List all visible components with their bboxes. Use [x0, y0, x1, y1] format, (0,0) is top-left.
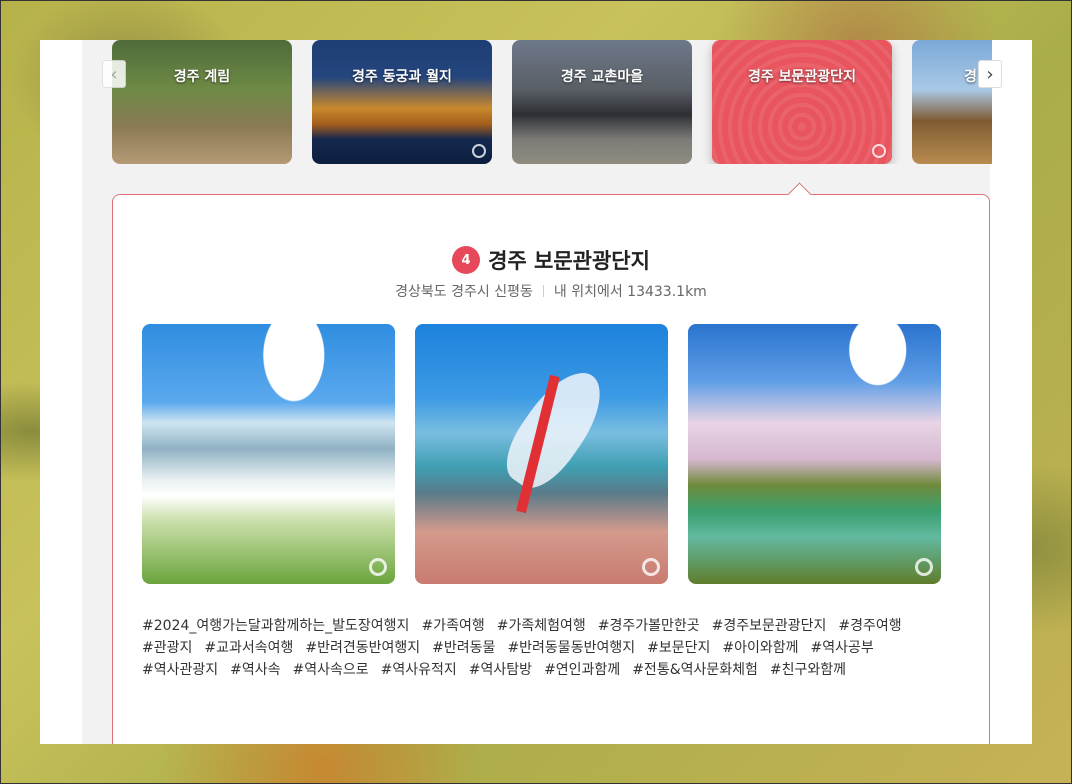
content-panel: 경주 계림 경주 동궁과 월지 경주 교촌마을 경주 보문관광단지 경 ‹ › …	[40, 40, 1032, 744]
carousel-card-label: 경주 보문관광단지	[748, 69, 856, 85]
photo-flower-garden[interactable]	[142, 324, 395, 584]
hashtag-link[interactable]: #역사관광지	[142, 659, 218, 681]
carousel-next-button[interactable]: ›	[978, 60, 1002, 88]
card-image-overlay	[712, 40, 892, 164]
photo-gallery	[142, 324, 942, 584]
watermark-logo-icon	[642, 558, 660, 576]
watermark-logo-icon	[472, 144, 486, 158]
photo-greenhouse[interactable]	[415, 324, 668, 584]
hashtag-link[interactable]: #경주가볼만한곳	[598, 615, 700, 637]
address-text: 경상북도 경주시 신평동	[395, 284, 533, 300]
hashtag-link[interactable]: #역사속으로	[293, 659, 369, 681]
hashtag-link[interactable]: #역사유적지	[381, 659, 457, 681]
carousel-card-label: 경주 교촌마을	[560, 69, 644, 85]
carousel-card-bomun-active[interactable]: 경주 보문관광단지	[712, 40, 892, 164]
carousel-card-label: 경주 계림	[173, 69, 231, 85]
carousel-card-gyerim[interactable]: 경주 계림	[112, 40, 292, 164]
hashtag-link[interactable]: #가족체험여행	[497, 615, 586, 637]
watermark-logo-icon	[872, 144, 886, 158]
detail-title: 경주 보문관광단지	[488, 249, 650, 273]
carousel-card-gyochon[interactable]: 경주 교촌마을	[512, 40, 692, 164]
carousel-card-donggung-wolji[interactable]: 경주 동궁과 월지	[312, 40, 492, 164]
destination-carousel: 경주 계림 경주 동궁과 월지 경주 교촌마을 경주 보문관광단지 경	[112, 40, 992, 164]
detail-subtitle: 경상북도 경주시 신평동 내 위치에서 13433.1km	[113, 281, 989, 301]
hashtag-link[interactable]: #역사탐방	[469, 659, 532, 681]
detail-title-row: 4 경주 보문관광단지	[113, 245, 989, 275]
hashtag-link[interactable]: #반려견동반여행지	[305, 637, 420, 659]
hashtag-link[interactable]: #역사공부	[811, 637, 874, 659]
watermark-logo-icon	[369, 558, 387, 576]
divider	[542, 285, 544, 297]
hashtag-link[interactable]: #가족여행	[421, 615, 484, 637]
hashtag-link[interactable]: #반려동물동반여행지	[507, 637, 635, 659]
watermark-logo-icon	[915, 558, 933, 576]
distance-text: 내 위치에서 13433.1km	[553, 284, 707, 300]
number-badge: 4	[452, 246, 481, 274]
chevron-left-icon: ‹	[110, 63, 118, 85]
hashtag-link[interactable]: #아이와함께	[722, 637, 798, 659]
hashtag-link[interactable]: #반려동물	[432, 637, 495, 659]
chevron-right-icon: ›	[986, 63, 994, 85]
carousel-prev-button[interactable]: ‹	[102, 60, 126, 88]
destination-detail-box: 4 경주 보문관광단지 경상북도 경주시 신평동 내 위치에서 13433.1k…	[112, 182, 990, 744]
carousel-card-partial[interactable]: 경	[912, 40, 992, 164]
hashtag-link[interactable]: #관광지	[142, 637, 192, 659]
hashtag-link[interactable]: #경주보문관광단지	[712, 615, 827, 637]
hashtag-link[interactable]: #경주여행	[838, 615, 901, 637]
hashtag-link[interactable]: #연인과함께	[544, 659, 620, 681]
hashtag-link[interactable]: #역사속	[230, 659, 280, 681]
hashtag-link[interactable]: #친구와함께	[770, 659, 846, 681]
carousel-card-label: 경주 동궁과 월지	[352, 69, 452, 85]
hashtag-link[interactable]: #보문단지	[647, 637, 710, 659]
hashtag-link[interactable]: #전통&역사문화체험	[632, 659, 758, 681]
hashtag-link[interactable]: #2024_여행가는달과함께하는_발도장여행지	[142, 615, 409, 637]
hashtag-link[interactable]: #교과서속여행	[204, 637, 293, 659]
photo-cherry-blossom-pond[interactable]	[688, 324, 941, 584]
hashtag-list: #2024_여행가는달과함께하는_발도장여행지 #가족여행 #가족체험여행 #경주가볼…	[142, 615, 942, 681]
